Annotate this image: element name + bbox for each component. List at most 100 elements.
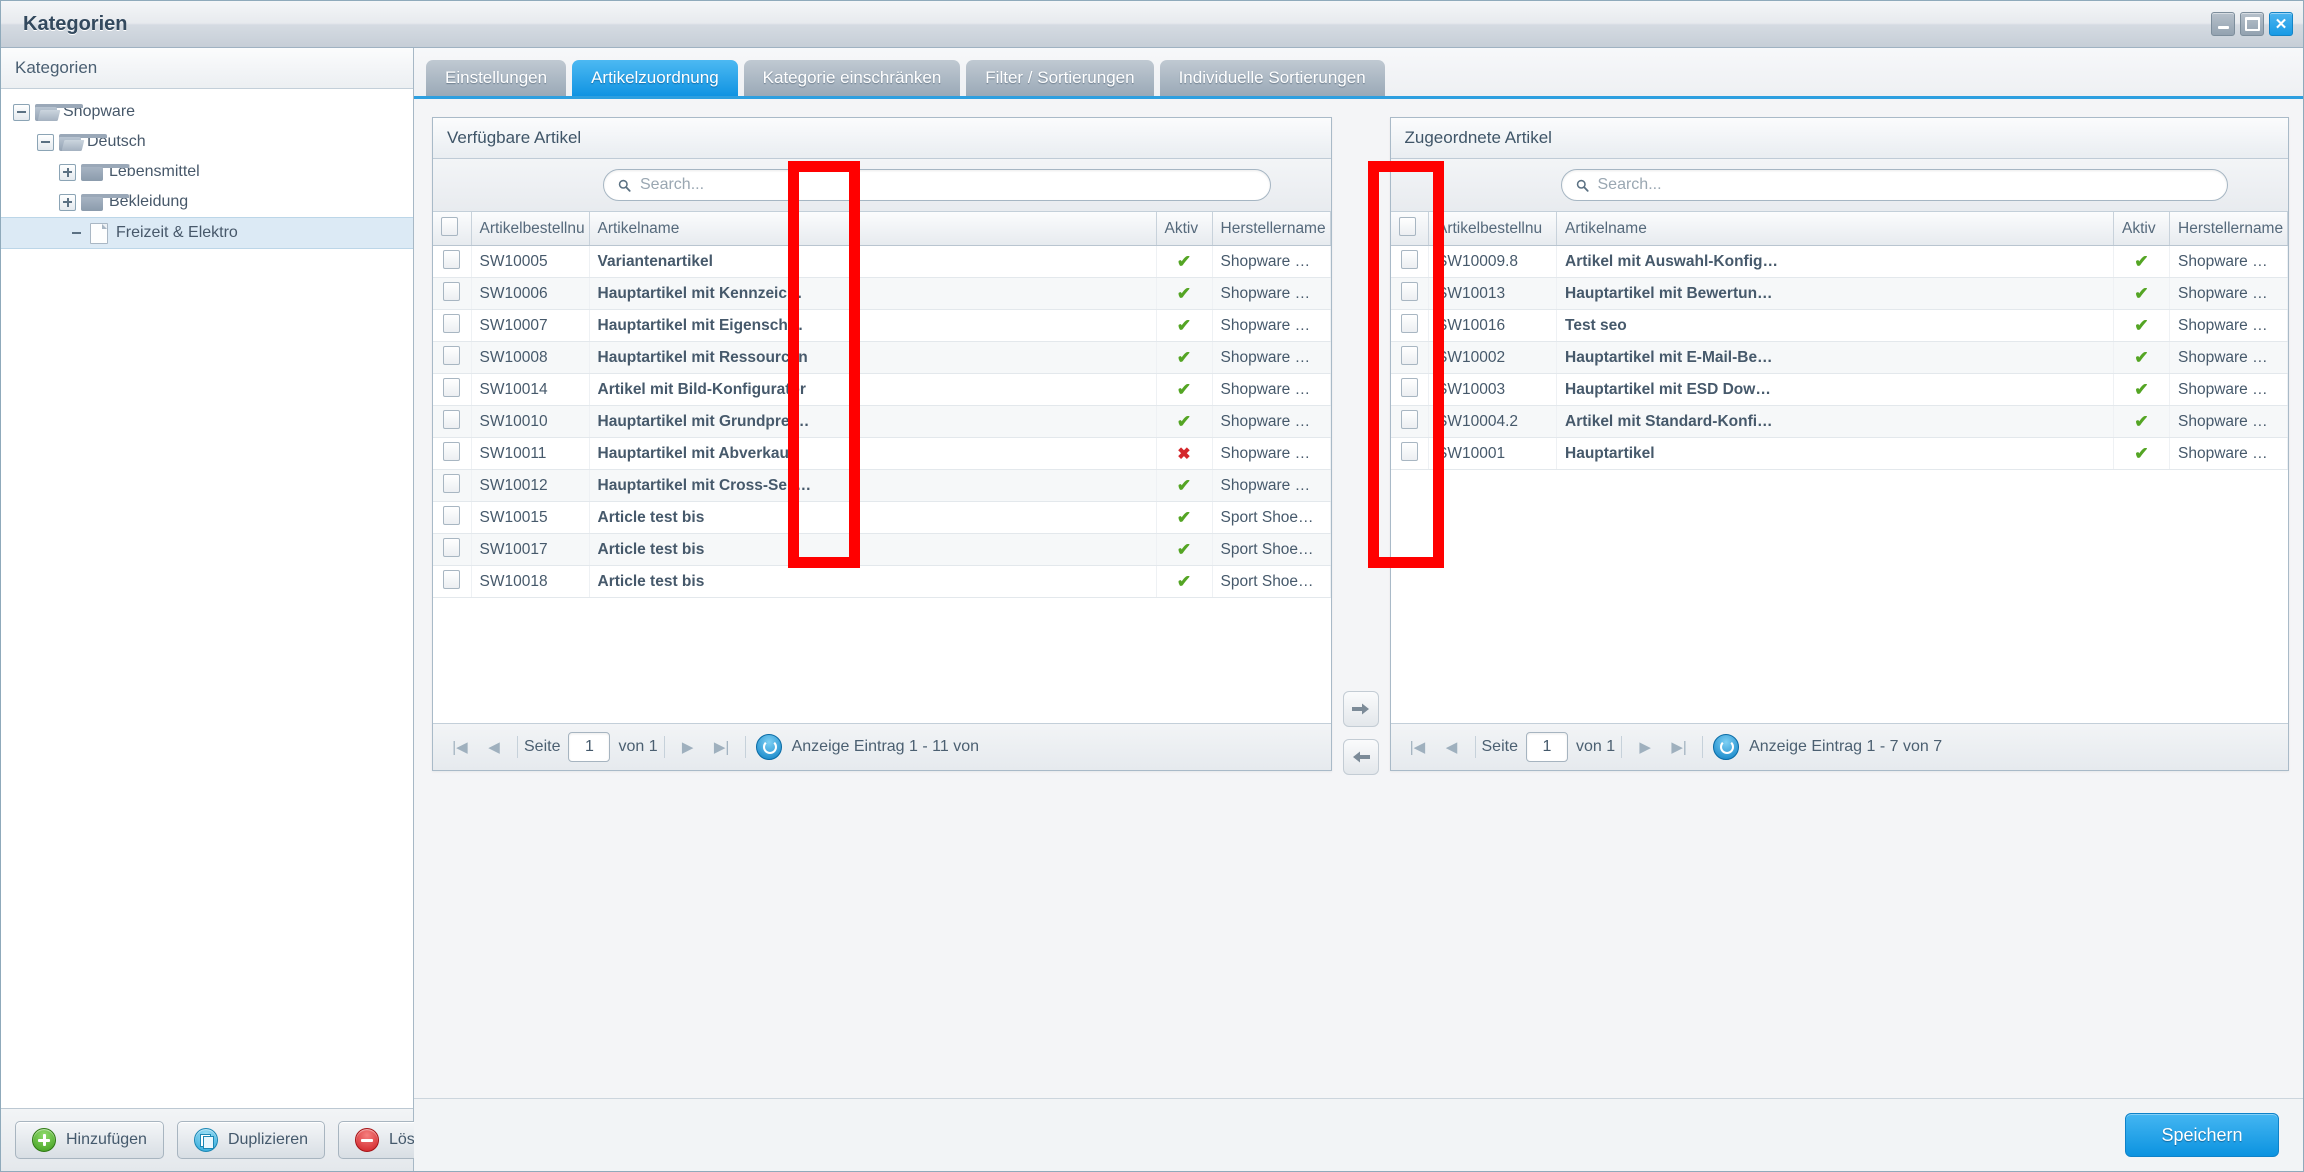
row-checkbox[interactable] bbox=[443, 473, 461, 493]
col-manufacturer[interactable]: Herstellername bbox=[1212, 212, 1331, 246]
expand-icon[interactable] bbox=[59, 163, 76, 181]
next-page-button[interactable]: ▶ bbox=[671, 738, 705, 756]
tab-bar: Einstellungen Artikelzuordnung Kategorie… bbox=[414, 48, 2303, 99]
table-row[interactable]: SW10017 Article test bis ✔ Sport Shoe… bbox=[433, 533, 1331, 566]
available-search-input[interactable]: Search... bbox=[603, 169, 1271, 201]
col-ordernumber[interactable]: Artikelbestellnu bbox=[1428, 212, 1557, 246]
col-active[interactable]: Aktiv bbox=[1156, 212, 1213, 246]
table-row[interactable]: SW10002 Hauptartikel mit E-Mail-Be… ✔ Sh… bbox=[1390, 341, 2288, 374]
collapse-icon[interactable] bbox=[13, 103, 30, 121]
available-articles-pager: |◀ ◀ Seite 1 von 1 ▶ ▶| Anzeige Eintrag … bbox=[433, 723, 1331, 770]
duplicate-category-button[interactable]: Duplizieren bbox=[176, 1121, 325, 1159]
refresh-icon[interactable] bbox=[1713, 734, 1740, 760]
table-row[interactable]: SW10016 Test seo ✔ Shopware … bbox=[1390, 309, 2288, 342]
col-articlename[interactable]: Artikelname bbox=[589, 212, 1157, 246]
cell-articlename: Article test bis bbox=[589, 533, 1157, 566]
cell-manufacturer: Shopware … bbox=[2169, 277, 2288, 310]
tab-individuelle-sortierungen[interactable]: Individuelle Sortierungen bbox=[1159, 60, 1385, 96]
tree-node-freizeit-elektro[interactable]: Freizeit & Elektro bbox=[1, 217, 413, 249]
row-checkbox[interactable] bbox=[443, 249, 461, 269]
first-page-button[interactable]: |◀ bbox=[1401, 738, 1435, 756]
minimize-button[interactable] bbox=[2211, 12, 2235, 36]
table-row[interactable]: SW10003 Hauptartikel mit ESD Dow… ✔ Shop… bbox=[1390, 373, 2288, 406]
table-row[interactable]: SW10006 Hauptartikel mit Kennzeic… ✔ Sho… bbox=[433, 277, 1331, 310]
folder-icon bbox=[81, 193, 129, 211]
tab-kategorie-einschraenken[interactable]: Kategorie einschränken bbox=[743, 60, 961, 96]
tree-node-bekleidung[interactable]: Bekleidung bbox=[1, 187, 413, 217]
assigned-search-input[interactable]: Search... bbox=[1560, 169, 2228, 201]
table-row[interactable]: SW10013 Hauptartikel mit Bewertun… ✔ Sho… bbox=[1390, 277, 2288, 310]
cell-articlename: Hauptartikel mit ESD Dow… bbox=[1556, 373, 2114, 406]
maximize-button[interactable] bbox=[2240, 12, 2264, 36]
last-page-button[interactable]: ▶| bbox=[1662, 738, 1696, 756]
row-checkbox[interactable] bbox=[443, 281, 461, 301]
cell-ordernumber: SW10003 bbox=[1428, 373, 1557, 406]
close-button[interactable]: ✕ bbox=[2269, 12, 2293, 36]
expand-icon[interactable] bbox=[59, 193, 76, 211]
cell-ordernumber: SW10010 bbox=[471, 405, 590, 438]
cell-manufacturer: Shopware … bbox=[2169, 309, 2288, 342]
col-active[interactable]: Aktiv bbox=[2113, 212, 2170, 246]
checkbox-icon[interactable] bbox=[441, 216, 458, 236]
active-yes-icon: ✔ bbox=[2134, 315, 2149, 335]
unassign-button[interactable] bbox=[1342, 738, 1379, 775]
collapse-icon[interactable] bbox=[37, 133, 54, 151]
table-row[interactable]: SW10009.8 Artikel mit Auswahl-Konfig… ✔ … bbox=[1390, 245, 2288, 278]
row-checkbox[interactable] bbox=[443, 409, 461, 429]
table-row[interactable]: SW10001 Hauptartikel ✔ Shopware … bbox=[1390, 437, 2288, 470]
tab-artikelzuordnung[interactable]: Artikelzuordnung bbox=[572, 60, 738, 96]
document-icon bbox=[90, 222, 108, 244]
row-checkbox[interactable] bbox=[443, 377, 461, 397]
table-row[interactable]: SW10011 Hauptartikel mit Abverkauf ✖ Sho… bbox=[433, 437, 1331, 470]
cell-manufacturer: Shopware … bbox=[1212, 277, 1331, 310]
page-number-input[interactable]: 1 bbox=[568, 732, 611, 762]
row-checkbox[interactable] bbox=[443, 313, 461, 333]
table-row[interactable]: SW10005 Variantenartikel ✔ Shopware … bbox=[433, 245, 1331, 278]
table-row[interactable]: SW10018 Article test bis ✔ Sport Shoe… bbox=[433, 565, 1331, 598]
save-button[interactable]: Speichern bbox=[2125, 1113, 2279, 1157]
assigned-search-placeholder: Search... bbox=[1597, 176, 1662, 193]
prev-page-button[interactable]: ◀ bbox=[477, 738, 511, 756]
page-of-label: von 1 bbox=[618, 738, 658, 755]
table-row[interactable]: SW10010 Hauptartikel mit Grundprei… ✔ Sh… bbox=[433, 405, 1331, 438]
folder-icon bbox=[81, 163, 129, 181]
page-number-input[interactable]: 1 bbox=[1525, 732, 1568, 762]
tab-filter-sortierungen[interactable]: Filter / Sortierungen bbox=[966, 60, 1154, 96]
table-row[interactable]: SW10012 Hauptartikel mit Cross-Sell… ✔ S… bbox=[433, 469, 1331, 502]
table-row[interactable]: SW10004.2 Artikel mit Standard-Konfi… ✔ … bbox=[1390, 405, 2288, 438]
prev-page-button[interactable]: ◀ bbox=[1435, 738, 1469, 756]
arrow-left-icon bbox=[1352, 751, 1370, 762]
tree-node-shopware[interactable]: Shopware bbox=[1, 97, 413, 127]
table-row[interactable]: SW10008 Hauptartikel mit Ressourcen ✔ Sh… bbox=[433, 341, 1331, 374]
table-row[interactable]: SW10007 Hauptartikel mit Eigensch… ✔ Sho… bbox=[433, 309, 1331, 342]
add-category-button[interactable]: Hinzufügen bbox=[15, 1121, 164, 1159]
assign-button[interactable] bbox=[1342, 690, 1379, 727]
select-all-header[interactable] bbox=[433, 212, 472, 246]
pager-status: Anzeige Eintrag 1 - 11 von bbox=[791, 738, 979, 755]
tab-einstellungen[interactable]: Einstellungen bbox=[426, 60, 567, 96]
available-search-placeholder: Search... bbox=[640, 176, 705, 193]
row-checkbox[interactable] bbox=[443, 345, 461, 365]
next-page-button[interactable]: ▶ bbox=[1628, 738, 1662, 756]
cell-articlename: Hauptartikel mit Abverkauf bbox=[589, 437, 1157, 470]
cell-articlename: Hauptartikel mit Cross-Sell… bbox=[589, 469, 1157, 502]
active-yes-icon: ✔ bbox=[2134, 443, 2149, 463]
copy-circle-icon bbox=[193, 1128, 218, 1152]
tree-node-deutsch[interactable]: Deutsch bbox=[1, 127, 413, 157]
last-page-button[interactable]: ▶| bbox=[705, 738, 739, 756]
table-row[interactable]: SW10015 Article test bis ✔ Sport Shoe… bbox=[433, 501, 1331, 534]
row-checkbox[interactable] bbox=[443, 505, 461, 525]
tree-node-lebensmittel[interactable]: Lebensmittel bbox=[1, 157, 413, 187]
cell-ordernumber: SW10016 bbox=[1428, 309, 1557, 342]
row-checkbox[interactable] bbox=[443, 569, 461, 589]
cell-articlename: Test seo bbox=[1556, 309, 2114, 342]
col-manufacturer[interactable]: Herstellername bbox=[2169, 212, 2288, 246]
row-checkbox[interactable] bbox=[443, 441, 461, 461]
row-checkbox[interactable] bbox=[443, 537, 461, 557]
col-ordernumber[interactable]: Artikelbestellnu bbox=[471, 212, 590, 246]
table-header-row: Artikelbestellnu Artikelname Aktiv Herst… bbox=[433, 212, 1331, 246]
refresh-icon[interactable] bbox=[755, 734, 782, 760]
table-row[interactable]: SW10014 Artikel mit Bild-Konfigurator ✔ … bbox=[433, 373, 1331, 406]
col-articlename[interactable]: Artikelname bbox=[1556, 212, 2114, 246]
first-page-button[interactable]: |◀ bbox=[443, 738, 477, 756]
